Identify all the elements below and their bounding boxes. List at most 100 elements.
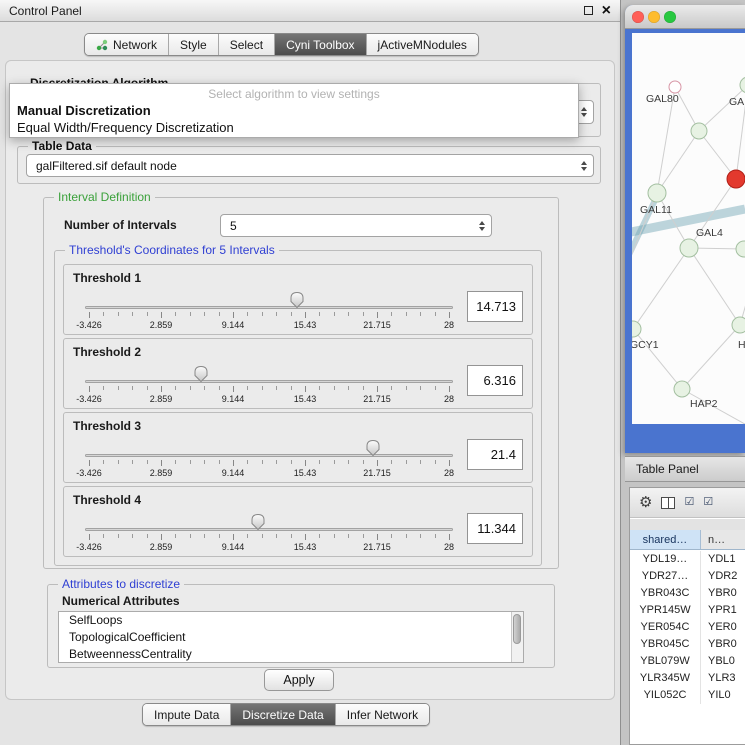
network-node-green[interactable] [732,317,745,333]
attribute-item[interactable]: TopologicalCoefficient [59,629,523,646]
threshold-slider-4[interactable]: -3.4262.8599.14415.4321.71528 [89,487,449,556]
slider-track[interactable] [85,380,453,383]
network-edge[interactable] [689,248,740,325]
tab-network[interactable]: Network [85,34,169,55]
slider-thumb[interactable] [193,365,209,383]
attribute-item[interactable]: BetweennessCentrality [59,646,523,663]
network-graph[interactable]: GAL80GAGAL11GAL4GCY1HHAP2 [632,33,745,424]
network-edge[interactable] [633,248,689,329]
threshold-value-4[interactable]: 11.344 [467,513,523,544]
control-panel-title: Control Panel [9,4,82,18]
table-row[interactable]: YDR27…YDR2 [630,568,745,585]
threshold-value-3[interactable]: 21.4 [467,439,523,470]
cell-name: YPR1 [701,602,745,619]
threshold-slider-3[interactable]: -3.4262.8599.14415.4321.71528 [89,413,449,482]
tab-discretize-data[interactable]: Discretize Data [231,704,335,725]
cell-shared-name: YBL079W [630,653,701,670]
slider-track[interactable] [85,528,453,531]
numerical-attributes-listbox[interactable]: SelfLoopsTopologicalCoefficientBetweenne… [58,611,524,663]
tab-jactivemnodules[interactable]: jActiveMNodules [367,34,478,55]
combobox-stepper-icon[interactable] [581,107,587,117]
combobox-stepper-icon[interactable] [581,161,587,171]
table-settings-gear-icon[interactable]: ⚙ [639,495,652,510]
network-node-green[interactable] [632,321,641,337]
table-row[interactable]: YBR043CYBR0 [630,585,745,602]
slider-thumb[interactable] [250,513,266,531]
list-scrollbar-thumb[interactable] [513,614,521,644]
cell-name: YDR2 [701,568,745,585]
attribute-item[interactable]: SelfLoops [59,612,523,629]
close-traffic-light-icon[interactable] [632,11,644,23]
network-node-green[interactable] [736,241,745,257]
cell-name: YER0 [701,619,745,636]
cyni-bottom-tab-bar: Impute DataDiscretize DataInfer Network [142,703,430,726]
slider-thumb[interactable] [365,439,381,457]
combobox-stepper-icon[interactable] [479,221,485,231]
minimize-traffic-light-icon[interactable] [648,11,660,23]
column-header-shared-name[interactable]: shared… [630,530,701,549]
table-data-combobox[interactable]: galFiltered.sif default node [26,154,594,177]
unselect-all-columns-icon[interactable]: ☑ [703,497,713,508]
tick-label: 2.859 [150,468,173,478]
close-window-icon[interactable]: × [602,3,611,19]
network-edge[interactable] [699,85,745,131]
table-panel-titlebar[interactable]: Table Panel [625,456,745,482]
tick-label: 15.43 [294,468,317,478]
tab-label: Style [180,38,207,52]
tick-label: -3.426 [76,320,102,330]
network-edge[interactable] [682,325,740,389]
cyni-toolbox-panel: Discretization Algorithm Select algorith… [5,60,615,700]
table-row[interactable]: YPR145WYPR1 [630,602,745,619]
zoom-traffic-light-icon[interactable] [664,11,676,23]
tab-select[interactable]: Select [219,34,275,55]
network-canvas[interactable]: GAL80GAGAL11GAL4GCY1HHAP2 [632,33,745,424]
group-title-attributes: Attributes to discretize [58,577,184,592]
float-window-icon[interactable] [584,6,593,15]
network-node-green[interactable] [674,381,690,397]
network-node-plain[interactable] [669,81,681,93]
slider-ticks [89,460,449,467]
tick-label: 28 [444,394,454,404]
network-node-green[interactable] [691,123,707,139]
popup-option-equal-width-frequency[interactable]: Equal Width/Frequency Discretization [17,120,234,135]
threshold-slider-2[interactable]: -3.4262.8599.14415.4321.71528 [89,339,449,408]
popup-option-manual-discretization[interactable]: Manual Discretization [17,103,151,118]
column-layout-icon[interactable] [661,497,675,509]
network-node-green[interactable] [648,184,666,202]
number-of-intervals-label: Number of Intervals [64,214,177,237]
cell-name: YBR0 [701,636,745,653]
table-row[interactable]: YLR345WYLR3 [630,670,745,687]
table-header-row: shared… n… [630,530,745,550]
table-row[interactable]: YBR045CYBR0 [630,636,745,653]
node-table-window: ⚙ ☑ ☑ shared… n… YDL19…YDL1YDR27…YDR2YBR… [629,487,745,745]
threshold-value-2[interactable]: 6.316 [467,365,523,396]
network-node-green[interactable] [680,239,698,257]
network-edge[interactable] [633,329,682,389]
tick-label: -3.426 [76,468,102,478]
list-scrollbar[interactable] [511,612,523,662]
tab-style[interactable]: Style [169,34,219,55]
slider-thumb[interactable] [289,291,305,309]
slider-track[interactable] [85,306,453,309]
select-all-columns-icon[interactable]: ☑ [684,497,694,508]
apply-button[interactable]: Apply [264,669,334,691]
threshold-slider-1[interactable]: -3.4262.8599.14415.4321.71528 [89,265,449,334]
column-header-name[interactable]: n… [701,530,745,549]
table-row[interactable]: YDL19…YDL1 [630,551,745,568]
control-panel-titlebar[interactable]: Control Panel × [0,0,620,22]
threshold-value-1[interactable]: 14.713 [467,291,523,322]
table-row[interactable]: YIL052CYIL0 [630,687,745,704]
tab-label: Select [230,38,263,52]
number-of-intervals-combobox[interactable]: 5 [220,214,492,237]
tick-label: 28 [444,468,454,478]
network-node-red[interactable] [727,170,745,188]
tab-infer-network[interactable]: Infer Network [336,704,429,725]
slider-track[interactable] [85,454,453,457]
network-node-green[interactable] [740,77,745,93]
network-window-titlebar[interactable] [625,5,745,29]
table-row[interactable]: YBL079WYBL0 [630,653,745,670]
tab-impute-data[interactable]: Impute Data [143,704,231,725]
network-edge[interactable] [657,131,699,193]
tab-cyni-toolbox[interactable]: Cyni Toolbox [275,34,366,55]
table-row[interactable]: YER054CYER0 [630,619,745,636]
